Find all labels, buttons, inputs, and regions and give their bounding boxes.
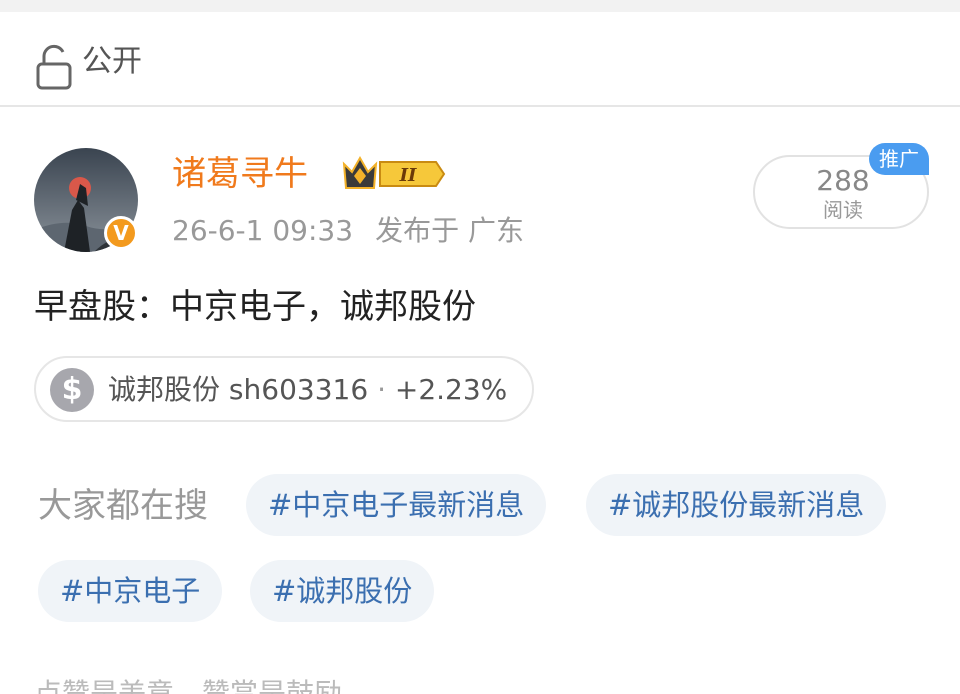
stock-chip[interactable]: $ 诚邦股份 sh603316 · +2.23% [34, 356, 534, 422]
promote-badge[interactable]: 推广 [869, 143, 929, 175]
footer-partial-text: 点赞是美意，赞赏是鼓励 [34, 677, 343, 694]
stock-name: 诚邦股份 [108, 373, 221, 406]
stock-code: sh603316 [228, 373, 369, 406]
lock-open-icon [36, 44, 72, 90]
crown-icon: II [342, 155, 446, 189]
top-strip [0, 0, 960, 12]
trending-tag[interactable]: #中京电子最新消息 [246, 474, 547, 536]
crown-rank-badge[interactable]: II [342, 154, 446, 194]
trending-tag[interactable]: #诚邦股份 [250, 560, 435, 622]
trending-label: 大家都在搜 [38, 486, 208, 526]
visibility-label: 公开 [82, 44, 142, 79]
read-count-label: 阅读 [823, 198, 863, 222]
stock-change: +2.23% [394, 373, 508, 406]
stock-info: 诚邦股份 sh603316 · +2.23% [108, 370, 507, 410]
author-name[interactable]: 诸葛寻牛 [172, 152, 308, 196]
post-meta: 26-6-1 09:33 发布于 广东 [172, 212, 524, 250]
post-location: 发布于 广东 [375, 214, 524, 247]
post-timestamp: 26-6-1 09:33 [172, 214, 354, 247]
post-content: 早盘股：中京电子，诚邦股份 [34, 287, 476, 327]
verified-badge: V [104, 216, 138, 250]
rank-badge-text: II [399, 165, 417, 186]
trending-tag[interactable]: #诚邦股份最新消息 [586, 474, 887, 536]
visibility-bar[interactable]: 公开 [0, 12, 960, 107]
dollar-icon: $ [50, 368, 94, 412]
stock-separator: · [377, 373, 386, 406]
trending-tag[interactable]: #中京电子 [38, 560, 223, 622]
